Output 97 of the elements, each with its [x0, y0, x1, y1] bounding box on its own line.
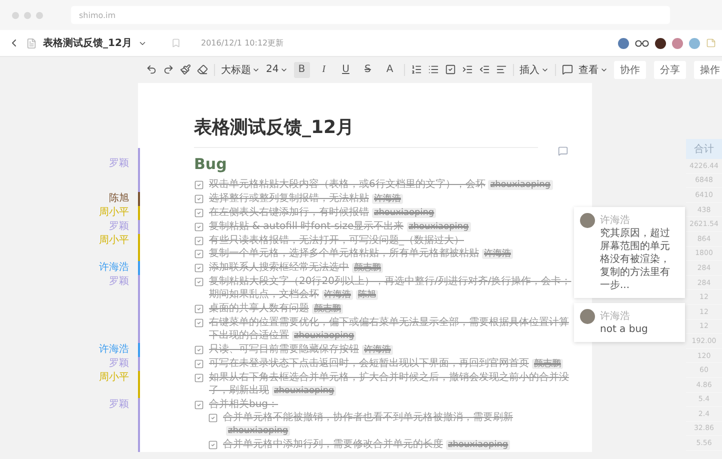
document-title: 表格测试反馈_12月: [43, 36, 132, 50]
checkbox[interactable]: [194, 373, 204, 383]
format-button[interactable]: A: [382, 62, 398, 78]
mention-tag[interactable]: 陈旭: [356, 290, 378, 300]
task-text: 桌面的共享人数有问题 颜志鹏: [209, 302, 343, 316]
comment-author: 许海浩: [600, 310, 631, 323]
mention-tag[interactable]: 许海浩: [372, 194, 403, 204]
author-name: 周小平: [99, 234, 129, 247]
task-text: 只读、可写目前需要隐藏保存按钮 许海浩: [209, 343, 393, 357]
paintbrush-icon[interactable]: [180, 64, 191, 75]
mention-tag[interactable]: 许海浩: [482, 249, 513, 259]
indent-icon[interactable]: [462, 64, 473, 75]
checkbox[interactable]: [194, 359, 204, 369]
task-text: 合并单元格中添加行列，需要修改合并单元的长度 zhouxiaoping: [223, 438, 510, 452]
mention-tag[interactable]: zhouxiaoping: [406, 222, 471, 232]
url-field[interactable]: shimo.im: [71, 6, 670, 24]
mention-tag[interactable]: 许海浩: [322, 290, 353, 300]
checkbox[interactable]: [194, 345, 204, 355]
mention-tag[interactable]: zhouxiaoping: [372, 208, 436, 218]
task-text: 如果从右下角去框选合并单元格，扩大合并时候之后，撤销会发现之前小的合并没了，刷新出现 zhouxiaoping: [209, 371, 570, 398]
mention-tag[interactable]: zhouxiaoping: [272, 386, 336, 396]
task-text: 有些只读表格报错，无法打开，可写没问题_（数据过大）: [209, 234, 464, 247]
header-button[interactable]: 协作: [614, 60, 646, 78]
comment-icon[interactable]: [562, 64, 573, 75]
format-button[interactable]: B: [294, 62, 310, 78]
author-name: 许海浩: [99, 343, 129, 356]
author-name: 罗颖: [109, 398, 129, 411]
mention-tag[interactable]: 颜志鹏: [532, 359, 563, 369]
align-icon[interactable]: [496, 64, 507, 75]
undo-icon[interactable]: [146, 64, 157, 75]
author-name: 周小平: [99, 206, 129, 219]
format-button[interactable]: I: [316, 62, 332, 78]
avatar: [580, 309, 595, 324]
mention-tag[interactable]: zhouxiaoping: [446, 440, 510, 450]
updated-time: 2016/12/1 10:12更新: [200, 38, 284, 49]
format-button[interactable]: U: [338, 62, 354, 78]
view-dropdown[interactable]: 查看: [578, 62, 608, 76]
mention-tag[interactable]: 颜志鹏: [312, 304, 343, 314]
author-name: 罗颖: [109, 157, 129, 170]
redo-icon[interactable]: [163, 64, 174, 75]
mention-tag[interactable]: zhouxiaoping: [226, 426, 290, 436]
checkbox[interactable]: [194, 194, 204, 204]
glasses-icon: [635, 39, 649, 47]
mention-tag[interactable]: 许海浩: [362, 345, 393, 355]
checkbox[interactable]: [194, 318, 204, 328]
comment-card[interactable]: 许海浩 not a bug: [574, 303, 685, 342]
author-name: 陈旭: [109, 192, 129, 205]
comment-text: 究其原因，超过屏幕范围的单元格没有被渲染，复制的方法里有一步...: [600, 227, 671, 292]
comment-text: not a bug: [600, 323, 648, 336]
size-dropdown[interactable]: 24: [266, 64, 288, 75]
document-icon: [26, 38, 37, 48]
checkbox[interactable]: [194, 208, 204, 218]
style-dropdown[interactable]: 大标题: [221, 62, 260, 76]
mention-tag[interactable]: zhouxiaoping: [488, 180, 552, 190]
author-name: 罗颖: [109, 220, 129, 233]
format-button[interactable]: S: [360, 62, 376, 78]
task-text: 可写在未登录状态下点击返回时，会短暂出现以下界面，再回到官网首页 颜志鹏: [209, 357, 563, 371]
mention-tag[interactable]: 颜志鹏: [352, 263, 383, 273]
checklist-icon[interactable]: [444, 64, 456, 75]
header-button[interactable]: 操作: [694, 60, 722, 78]
avatar: [580, 213, 595, 228]
section-heading: Bug: [194, 155, 227, 173]
note-icon[interactable]: [706, 38, 716, 48]
task-text: 右键菜单的位置需要优化，偏下或偏右菜单无法显示全部，需要根据具体位置计算下出现的合适位置 zhouxiaoping: [209, 316, 570, 343]
task-text: 添加联系人搜索框经常无法选中 颜志鹏: [209, 261, 383, 275]
task-text: 复制粘贴大段文字（20行20列以上），再选中整行/列进行对齐/换行操作，会卡；期间如果乱点，文档会坏 许海浩 陈旭: [209, 275, 572, 302]
checkbox[interactable]: [208, 413, 218, 423]
checkbox[interactable]: [194, 304, 204, 314]
header-button[interactable]: 分享: [654, 60, 686, 78]
task-text: 双击单元格粘贴大段内容（表格，或6行文档里的文字），会坏 zhouxiaoping: [209, 178, 552, 192]
author-name: 许海浩: [99, 261, 129, 274]
avatar[interactable]: [655, 38, 666, 48]
insert-dropdown[interactable]: 插入: [520, 62, 549, 76]
task-text: 复制粘贴 & autofill 时font-size显示不出来 zhouxiaoping: [209, 220, 471, 234]
outdent-icon[interactable]: [478, 64, 490, 75]
bookmark-icon[interactable]: [170, 38, 181, 48]
checkbox[interactable]: [194, 236, 204, 246]
column-header: 合计: [686, 139, 722, 159]
task-text: 合并相关bug：: [209, 398, 278, 411]
task-text: 在左侧表头右键添加行，有时候报错 zhouxiaoping: [209, 206, 436, 220]
task-text: 复制一个单元格，选择多个单元格粘贴，所有单元格都被粘贴 许海浩: [209, 247, 513, 261]
eraser-icon[interactable]: [197, 64, 208, 75]
mention-tag[interactable]: zhouxiaoping: [292, 331, 356, 341]
checkbox[interactable]: [194, 222, 204, 232]
checkbox[interactable]: [194, 400, 204, 410]
checkbox[interactable]: [194, 180, 204, 190]
ordered-list-icon[interactable]: [410, 64, 422, 75]
checkbox[interactable]: [194, 249, 204, 259]
checkbox[interactable]: [194, 277, 204, 287]
checkbox[interactable]: [208, 440, 218, 450]
comment-author: 许海浩: [600, 214, 631, 227]
comment-card[interactable]: 许海浩 究其原因，超过屏幕范围的单元格没有被渲染，复制的方法里有一步...: [574, 207, 685, 298]
task-text: 选择整行或整列复制报错，无法粘贴 许海浩: [209, 192, 403, 206]
author-name: 罗颖: [109, 357, 129, 370]
checkbox[interactable]: [194, 263, 204, 273]
author-name: 周小平: [99, 371, 129, 384]
author-name: 罗颖: [109, 275, 129, 288]
